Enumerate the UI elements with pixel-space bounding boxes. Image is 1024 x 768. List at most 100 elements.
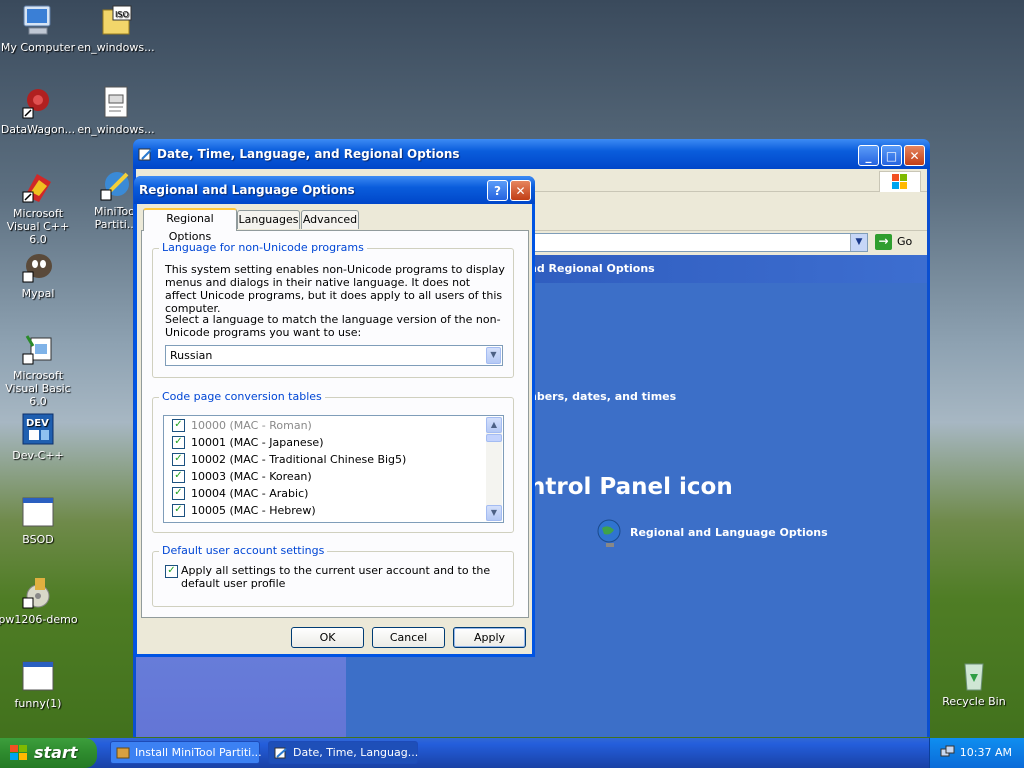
help-button[interactable]: ? [487,180,508,201]
category-header-title: nd Regional Options [529,262,655,275]
desktop-icon-label: pw1206-demo [0,613,78,626]
desktop-icon-label: DataWagon... [0,123,76,136]
dev-cpp-icon: DEV [21,412,55,446]
clock[interactable]: 10:37 AM [960,746,1012,759]
desktop-icon-label: en_windows... [77,123,155,136]
dialog-titlebar[interactable]: Regional and Language Options ? ✕ [134,176,535,204]
language-select[interactable]: Russian ▼ [165,345,503,366]
dialog-body: Regional Options Languages Advanced Lang… [137,204,532,654]
control-panel-window-icon [138,147,153,162]
address-input[interactable]: ▼ [534,233,868,252]
go-label: Go [897,235,913,248]
desktop-icon-label: en_windows... [77,41,155,54]
tab-panel: Language for non-Unicode programs This s… [141,230,529,618]
list-item[interactable]: ✓ 10005 (MAC - Hebrew) [172,502,316,519]
taskbar-item-label: Date, Time, Languag... [293,746,419,759]
list-item-label: 10005 (MAC - Hebrew) [191,504,316,517]
desktop-icon-label: Microsoft Visual Basic 6.0 [5,369,71,408]
codepage-list[interactable]: ✓ 10000 (MAC - Roman) ✓ 10001 (MAC - Japan… [163,415,504,523]
taskbar-item-label: Install MiniTool Partiti... [135,746,262,759]
checkbox[interactable]: ✓ [172,503,185,517]
cancel-button[interactable]: Cancel [372,627,445,648]
checkbox[interactable]: ✓ [172,418,185,432]
desktop-icon-bsod[interactable]: BSOD [0,496,78,546]
desktop-icon-funny[interactable]: funny(1) [0,660,78,710]
list-item[interactable]: ✓ 10002 (MAC - Traditional Chinese Big5) [172,451,406,468]
taskbar: start Install MiniTool Partiti... Date, … [0,738,1024,768]
tab-advanced[interactable]: Advanced [301,210,359,229]
desktop-icon-recycle-bin[interactable]: Recycle Bin [934,658,1014,708]
minimize-button[interactable]: _ [858,145,879,166]
list-item[interactable]: ✓ 10003 (MAC - Korean) [172,468,312,485]
taskbar-item-minitool[interactable]: Install MiniTool Partiti... [110,741,262,764]
start-button[interactable]: start [0,738,97,768]
network-icon[interactable] [940,745,956,761]
list-item-label: 10003 (MAC - Korean) [191,470,312,483]
globe-icon [596,518,624,548]
maximize-button[interactable]: □ [881,145,902,166]
iso-file-icon: ISO [99,4,133,38]
desktop-icon-mypal[interactable]: Mypal [0,250,78,300]
control-panel-titlebar[interactable]: Date, Time, Language, and Regional Optio… [133,139,930,169]
list-item-label: 10002 (MAC - Traditional Chinese Big5) [191,453,407,466]
checkbox[interactable]: ✓ [172,435,185,449]
desktop-icon-dev-cpp[interactable]: DEV Dev-C++ [0,412,78,462]
regional-language-options-link[interactable]: Regional and Language Options [630,526,828,539]
dialog-close-button[interactable]: ✕ [510,180,531,201]
desktop-icon-label: Mypal [21,287,55,300]
scroll-down-icon[interactable]: ▼ [486,505,502,521]
checkbox[interactable]: ✓ [172,486,185,500]
desktop-icon-label: Recycle Bin [942,695,1006,708]
minitool-installer-icon [116,746,130,760]
pick-task-link[interactable]: nbers, dates, and times [529,390,676,403]
desktop-icon-visual-basic[interactable]: Microsoft Visual Basic 6.0 [0,332,78,408]
control-panel-icon [274,746,288,760]
windows-logo [879,171,921,193]
list-item[interactable]: ✓ 10004 (MAC - Arabic) [172,485,308,502]
desktop-icon-datawagon[interactable]: DataWagon... [0,86,78,136]
go-button[interactable]: → Go [873,232,923,252]
select-language-instructions: Select a language to match the language … [165,313,501,339]
list-item[interactable]: ✓ 10001 (MAC - Japanese) [172,434,323,451]
visual-cpp-icon [21,170,55,204]
nonunicode-description: This system setting enables non-Unicode … [165,263,505,315]
ok-button[interactable]: OK [291,627,364,648]
desktop-icon-visual-cpp[interactable]: Microsoft Visual C++ 6.0 [0,170,78,246]
scroll-thumb[interactable] [486,434,502,442]
desktop-icon-pw-demo[interactable]: pw1206-demo [0,576,78,626]
desktop-icon-iso[interactable]: ISO en_windows... [76,4,156,54]
scroll-up-icon[interactable]: ▲ [486,417,502,433]
regional-options-dialog: Regional and Language Options ? ✕ Region… [134,176,535,657]
list-scrollbar[interactable]: ▲ ▼ [486,417,502,521]
checkbox[interactable]: ✓ [172,452,185,466]
start-label: start [34,743,78,762]
desktop-icon-label: My Computer [0,41,76,54]
minitool-partition-icon [99,168,133,202]
windows-flag-icon [892,174,907,189]
checkbox[interactable]: ✓ [172,469,185,483]
dialog-title: Regional and Language Options [139,183,355,197]
desktop-icon-label: BSOD [22,533,54,546]
datawagon-shortcut-icon [21,86,55,120]
pick-icon-heading: ntrol Panel icon [529,474,733,500]
default-user-group: Default user account settings ✓ Apply al… [152,544,514,607]
codepage-group: Code page conversion tables ✓ 10000 (MAC … [152,390,514,533]
visual-basic-icon [21,332,55,366]
list-item-label: 10004 (MAC - Arabic) [191,487,309,500]
tab-regional-options[interactable]: Regional Options [143,208,237,243]
desktop-icon-text-file[interactable]: en_windows... [76,86,156,136]
apply-button[interactable]: Apply [453,627,526,648]
checkbox[interactable]: ✓ [165,565,178,578]
list-item[interactable]: ✓ 10000 (MAC - Roman) [172,417,312,434]
nonunicode-group: Language for non-Unicode programs This s… [152,241,514,378]
desktop-icon-my-computer[interactable]: My Computer [0,4,78,54]
close-button[interactable]: ✕ [904,145,925,166]
group-title: Default user account settings [159,544,328,557]
desktop-icon-label: funny(1) [14,697,62,710]
tab-languages[interactable]: Languages [237,210,300,229]
group-title: Code page conversion tables [159,390,325,403]
list-item-label: 10000 (MAC - Roman) [191,419,312,432]
chevron-down-icon[interactable]: ▼ [486,347,501,364]
taskbar-item-control-panel[interactable]: Date, Time, Languag... [268,741,418,764]
chevron-down-icon[interactable]: ▼ [850,234,867,251]
